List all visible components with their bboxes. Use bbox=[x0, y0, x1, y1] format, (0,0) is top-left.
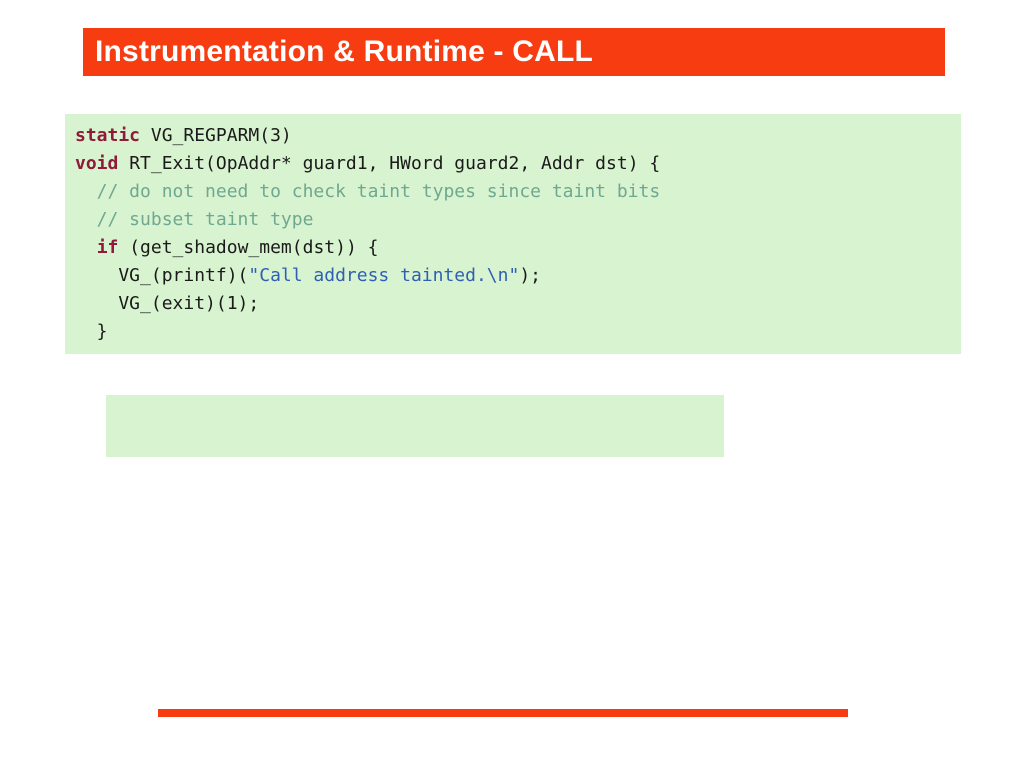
slide-title: Instrumentation & Runtime - CALL bbox=[95, 35, 593, 69]
slide-title-bar: Instrumentation & Runtime - CALL bbox=[83, 28, 945, 76]
footer-rule bbox=[158, 709, 848, 717]
kw-if: if bbox=[97, 237, 119, 258]
code-comment: // subset taint type bbox=[75, 209, 313, 230]
code-text: } bbox=[75, 321, 108, 342]
code-block-main: static VG_REGPARM(3) void RT_Exit(OpAddr… bbox=[65, 114, 961, 354]
code-text: (get_shadow_mem(dst)) { bbox=[118, 237, 378, 258]
code-text: VG_(exit)(1); bbox=[75, 293, 259, 314]
code-comment: // do not need to check taint types sinc… bbox=[75, 181, 660, 202]
kw-void: void bbox=[75, 153, 118, 174]
code-string: "Call address tainted.\n" bbox=[248, 265, 519, 286]
code-block-secondary bbox=[106, 395, 724, 457]
code-text: RT_Exit(OpAddr* guard1, HWord guard2, Ad… bbox=[118, 153, 660, 174]
code-text: VG_REGPARM(3) bbox=[140, 125, 292, 146]
code-text: VG_(printf)( bbox=[75, 265, 248, 286]
kw-static: static bbox=[75, 125, 140, 146]
code-text: ); bbox=[519, 265, 541, 286]
code-text bbox=[75, 237, 97, 258]
